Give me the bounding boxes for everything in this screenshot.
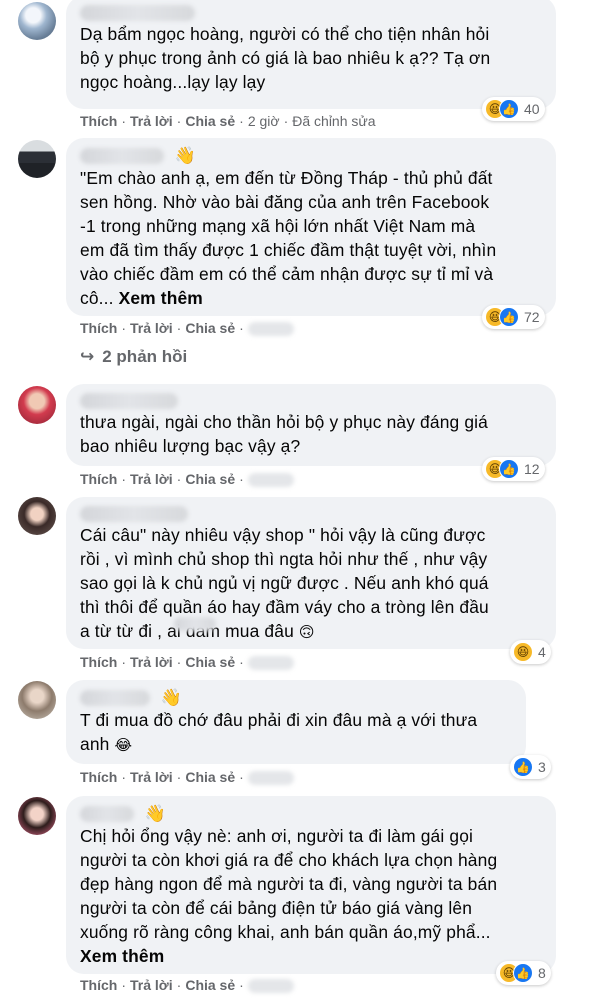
replies-count: 2 phản hồi [102, 347, 188, 366]
reaction-summary[interactable]: 😆 👍 8 [496, 961, 551, 985]
reaction-summary[interactable]: 😆 4 [510, 640, 551, 664]
reply-button[interactable]: Trả lời [130, 654, 173, 670]
reaction-summary[interactable]: 😆 👍 72 [482, 305, 545, 329]
author-name[interactable] [80, 806, 134, 822]
view-replies-button[interactable]: ↪ 2 phản hồi [80, 347, 187, 367]
wave-hand-icon: 👋 [144, 804, 166, 824]
haha-reaction-icon: 😆 [513, 642, 533, 662]
like-button[interactable]: Thích [80, 977, 117, 993]
comment-actions: Thích · Trả lời · Chia sẻ · [80, 769, 294, 786]
reply-button[interactable]: Trả lời [130, 471, 173, 487]
comment-text: thưa ngài, ngài cho thần hỏi bộ y phục n… [80, 412, 488, 456]
see-more-link[interactable]: Xem thêm [80, 946, 164, 966]
share-button[interactable]: Chia sẻ [185, 113, 235, 129]
edited-label: Đã chỉnh sửa [292, 113, 376, 129]
share-button[interactable]: Chia sẻ [185, 471, 235, 487]
like-reaction-icon: 👍 [513, 757, 533, 777]
comment-text: Dạ bẩm ngọc hoàng, người có thể cho tiện… [80, 24, 491, 92]
comment-bubble: 👋 T đi mua đồ chớ đâu phải đi xin đâu mà… [66, 680, 526, 764]
avatar[interactable] [18, 140, 56, 178]
like-reaction-icon: 👍 [513, 963, 533, 983]
like-button[interactable]: Thích [80, 654, 117, 670]
reply-button[interactable]: Trả lời [130, 113, 173, 129]
reaction-count: 12 [524, 461, 540, 477]
like-reaction-icon: 👍 [499, 307, 519, 327]
comment-bubble: Dạ bẩm ngọc hoàng, người có thể cho tiện… [66, 0, 556, 109]
reaction-count: 40 [524, 101, 540, 117]
comment-bubble: Cái câu" này nhiêu vậy shop " hỏi vậy là… [66, 497, 556, 649]
share-button[interactable]: Chia sẻ [185, 654, 235, 670]
reply-button[interactable]: Trả lời [130, 769, 173, 785]
author-name[interactable] [80, 148, 164, 164]
reaction-summary[interactable]: 😆 👍 12 [482, 457, 545, 481]
comment-actions: Thích · Trả lời · Chia sẻ · [80, 320, 294, 337]
comment-bubble: 👋 Chị hỏi ổng vậy nè: anh ơi, người ta đ… [66, 796, 556, 974]
upside-down-face-emoji: 🙃 [298, 623, 315, 641]
wave-hand-icon: 👋 [174, 146, 196, 166]
comment-actions: Thích · Trả lời · Chia sẻ · 2 giờ · Đã chỉnh sửa [80, 113, 376, 129]
author-name[interactable] [80, 690, 150, 706]
like-reaction-icon: 👍 [499, 99, 519, 119]
comment-time[interactable] [247, 322, 294, 337]
reaction-summary[interactable]: 👍 3 [510, 755, 551, 779]
comment-text: Chị hỏi ổng vậy nè: anh ơi, người ta đi … [80, 826, 498, 966]
reaction-count: 72 [524, 309, 540, 325]
reaction-count: 3 [538, 759, 546, 775]
comment-text: Cái câu" này nhiêu vậy shop " hỏi vậy là… [80, 525, 489, 641]
comment-text: T đi mua đồ chớ đâu phải đi xin đâu mà ạ… [80, 710, 478, 754]
avatar[interactable] [18, 386, 56, 424]
comment-actions: Thích · Trả lời · Chia sẻ · [80, 654, 294, 671]
avatar[interactable] [18, 497, 56, 535]
like-button[interactable]: Thích [80, 769, 117, 785]
blurred-mention [174, 617, 216, 631]
reply-button[interactable]: Trả lời [130, 320, 173, 336]
author-name[interactable] [80, 505, 188, 522]
like-button[interactable]: Thích [80, 471, 117, 487]
comment-time[interactable]: 2 giờ [248, 113, 280, 129]
comment-bubble: 👋 "Em chào anh ạ, em đến từ Đồng Tháp - … [66, 138, 556, 316]
author-name[interactable] [80, 392, 178, 409]
avatar[interactable] [18, 2, 56, 40]
wave-hand-icon: 👋 [160, 688, 182, 708]
comment-actions: Thích · Trả lời · Chia sẻ · [80, 471, 294, 488]
reaction-summary[interactable]: 😆 👍 40 [482, 97, 545, 121]
share-button[interactable]: Chia sẻ [185, 769, 235, 785]
like-button[interactable]: Thích [80, 113, 117, 129]
share-button[interactable]: Chia sẻ [185, 977, 235, 993]
like-reaction-icon: 👍 [499, 459, 519, 479]
tears-of-joy-emoji: 😂 [114, 736, 133, 754]
comment-actions: Thích · Trả lời · Chia sẻ · [80, 977, 294, 994]
reply-arrow-icon: ↪ [80, 347, 95, 367]
author-name[interactable] [80, 4, 195, 21]
comment-time[interactable] [247, 473, 294, 488]
comment-text: "Em chào anh ạ, em đến từ Đồng Tháp - th… [80, 168, 497, 308]
comment-time[interactable] [247, 771, 294, 786]
like-button[interactable]: Thích [80, 320, 117, 336]
comment-time[interactable] [247, 656, 294, 671]
reaction-count: 8 [538, 965, 546, 981]
comment-bubble: thưa ngài, ngài cho thần hỏi bộ y phục n… [66, 384, 556, 466]
comment-time[interactable] [247, 979, 294, 994]
see-more-link[interactable]: Xem thêm [119, 288, 203, 308]
avatar[interactable] [18, 681, 56, 719]
share-button[interactable]: Chia sẻ [185, 320, 235, 336]
avatar[interactable] [18, 797, 56, 835]
reaction-count: 4 [538, 644, 546, 660]
reply-button[interactable]: Trả lời [130, 977, 173, 993]
